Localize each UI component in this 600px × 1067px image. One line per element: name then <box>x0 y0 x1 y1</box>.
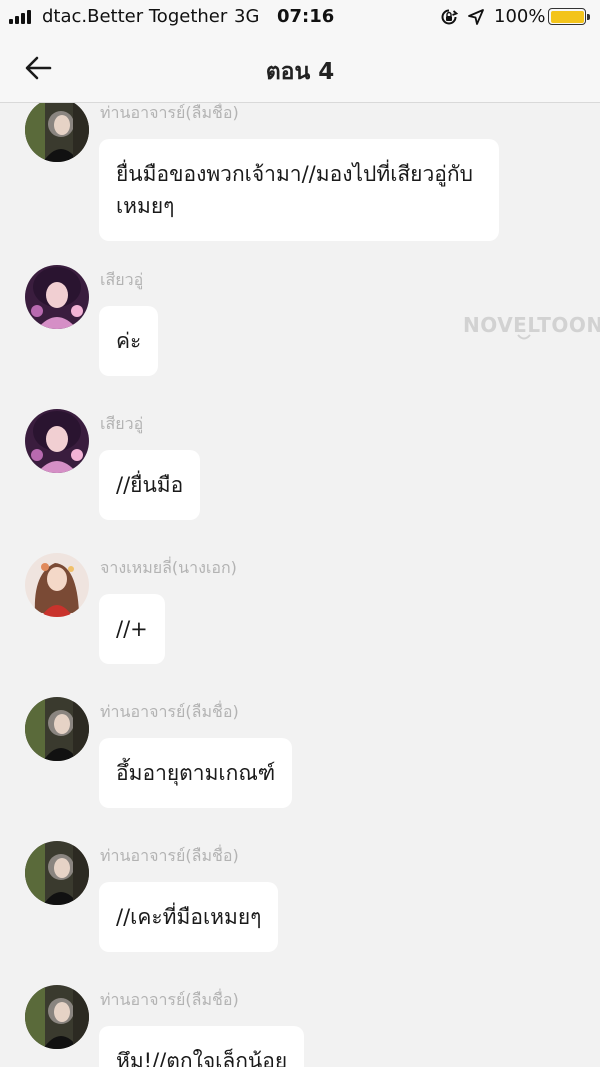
avatar[interactable] <box>25 265 89 329</box>
message-bubble[interactable]: หึม!//ตกใจเล็กน้อย <box>99 1026 305 1067</box>
avatar[interactable] <box>25 103 89 162</box>
avatar[interactable] <box>25 985 89 1049</box>
purple-avatar-image <box>25 265 89 329</box>
avatar[interactable] <box>25 697 89 761</box>
avatar[interactable] <box>25 841 89 905</box>
location-icon <box>468 9 484 25</box>
sender-name: ท่านอาจารย์(ลืมชื่อ) <box>100 702 239 721</box>
sender-name: ท่านอาจารย์(ลืมชื่อ) <box>100 990 239 1009</box>
status-time: 07:16 <box>277 6 335 27</box>
message-bubble[interactable]: //ยื่นมือ <box>99 450 201 520</box>
red-dress-avatar-image <box>25 553 89 617</box>
purple-avatar-image <box>25 409 89 473</box>
carrier-name: dtac.Better Together <box>42 6 228 27</box>
dark-hair-avatar-image <box>25 841 89 905</box>
dark-hair-avatar-image <box>25 985 89 1049</box>
sender-name: เสียวอู่ <box>100 270 144 289</box>
battery-percent: 100% <box>494 6 546 27</box>
battery-fill <box>550 10 584 23</box>
status-bar: dtac.Better Together 3G 07:16 100% <box>0 0 600 34</box>
sender-name: ท่านอาจารย์(ลืมชื่อ) <box>100 103 239 122</box>
battery-icon <box>548 8 590 25</box>
nav-bar: ตอน 4 <box>0 34 600 103</box>
message-bubble[interactable]: //เคะที่มือเหมยๆ <box>99 882 279 952</box>
signal-icon <box>9 10 31 24</box>
dark-hair-avatar-image <box>25 697 89 761</box>
page-title: ตอน 4 <box>265 59 335 85</box>
avatar[interactable] <box>25 553 89 617</box>
sender-name: ท่านอาจารย์(ลืมชื่อ) <box>100 846 239 865</box>
watermark-smile-icon <box>517 334 531 340</box>
message-bubble[interactable]: ยื่นมือของพวกเจ้ามา//มองไปที่เสียวอู่กับ… <box>99 139 499 241</box>
network-type: 3G <box>234 6 260 27</box>
sender-name: เสียวอู่ <box>100 414 144 433</box>
message-bubble[interactable]: ค่ะ <box>99 306 159 376</box>
message-bubble[interactable]: //+ <box>99 594 165 664</box>
dark-hair-avatar-image <box>25 103 89 162</box>
chat-list[interactable]: ท่านอาจารย์(ลืมชื่อ) ยื่นมือของพวกเจ้ามา… <box>0 103 600 1067</box>
avatar[interactable] <box>25 409 89 473</box>
message-bubble[interactable]: อึ้มอายุตามเกณฑ์ <box>99 738 293 808</box>
orientation-lock-icon <box>441 9 458 25</box>
sender-name: จางเหมยลี่(นางเอก) <box>100 558 237 577</box>
noveltoon-watermark: NOVELTOON <box>463 313 600 337</box>
